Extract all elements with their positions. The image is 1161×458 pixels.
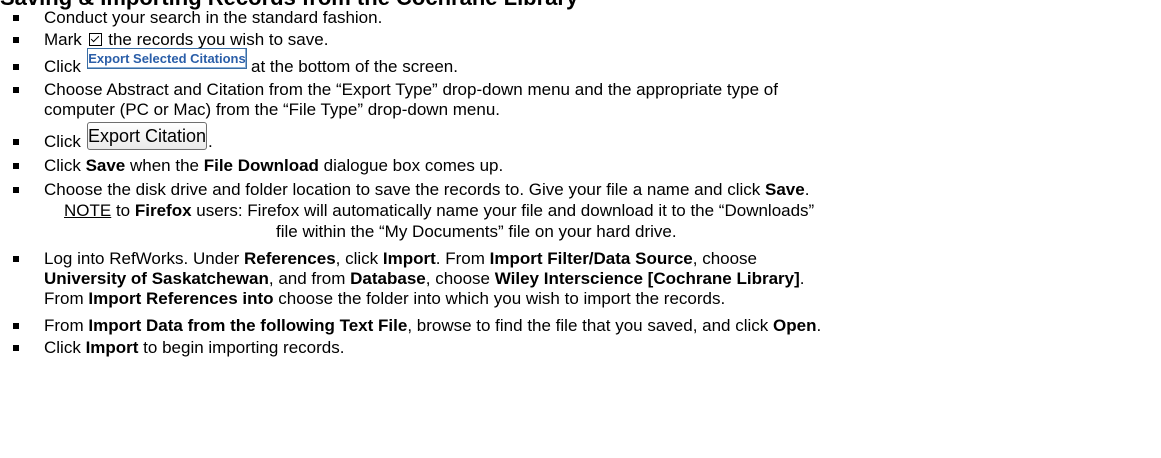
step-text: Conduct your search in the standard fash… [44,8,383,27]
bullet-icon [13,256,19,262]
export-selected-citations-button[interactable]: Export Selected Citations [87,48,247,69]
bullet-icon [13,15,19,21]
bullet-icon [13,345,19,351]
firefox-note-line2: file within the “My Documents” file on y… [276,222,677,241]
bullet-icon [13,64,19,70]
export-citation-button[interactable]: Export Citation [87,122,207,150]
step-text: Mark the records you wish to save. [44,30,329,49]
bullet-icon [13,163,19,169]
bullet-icon [13,139,19,145]
checked-box-icon [88,33,102,46]
firefox-note: NOTE to Firefox users: Firefox will auto… [64,201,815,220]
bullet-icon [13,37,19,43]
step-text: Log into RefWorks. Under References, cli… [44,249,805,308]
bullet-icon [13,87,19,93]
step-text: Choose the disk drive and folder locatio… [44,180,810,199]
bullet-icon [13,323,19,329]
step-text: Click Import to begin importing records. [44,338,345,357]
step-text: at the bottom of the screen. [251,57,458,76]
step-text: Click Save when the File Download dialog… [44,156,504,175]
bullet-icon [13,187,19,193]
step-text: . [208,132,213,151]
step-text: Choose Abstract and Citation from the “E… [44,80,778,119]
step-text: From Import Data from the following Text… [44,316,822,335]
